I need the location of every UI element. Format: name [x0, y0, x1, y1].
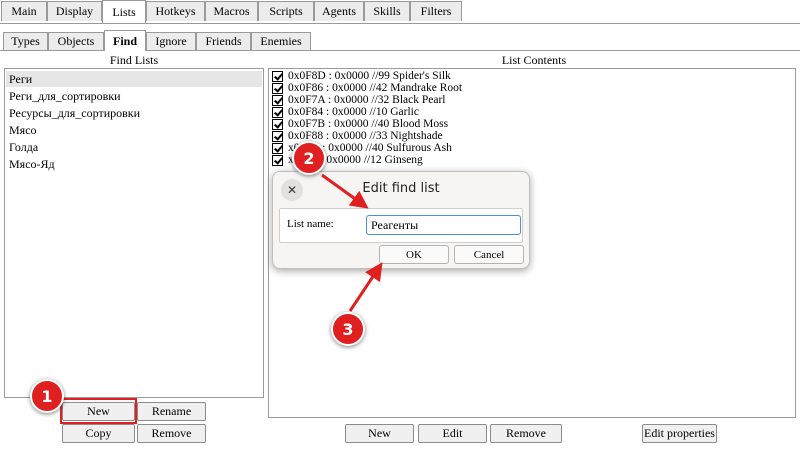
- arrow-to-ok: [348, 262, 383, 312]
- step-badge-1: 1: [30, 379, 64, 413]
- step-badge-3: 3: [331, 312, 365, 346]
- arrow-to-input: [321, 173, 369, 209]
- new-button-highlight: [60, 398, 137, 424]
- annotation-arrows: [321, 173, 383, 312]
- step-badge-2: 2: [292, 141, 326, 175]
